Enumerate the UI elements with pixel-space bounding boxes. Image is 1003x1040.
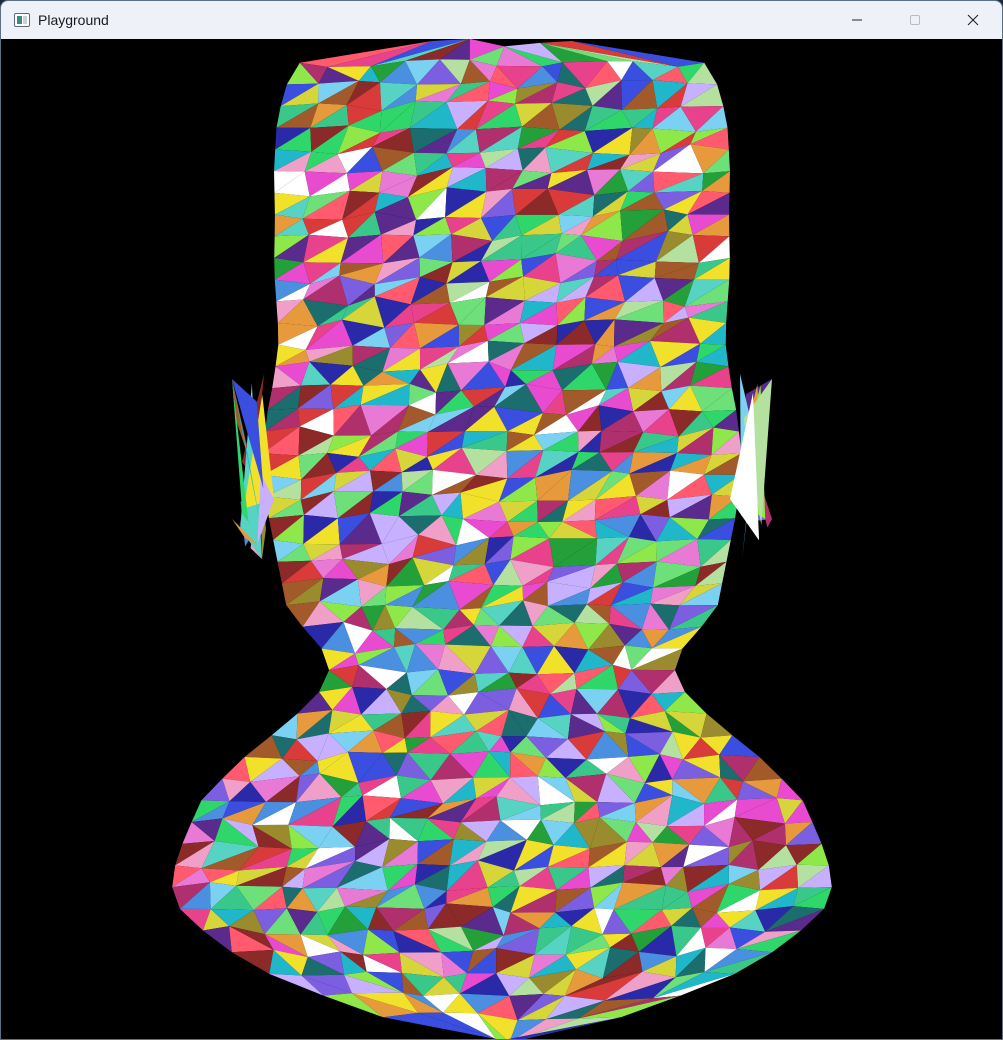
close-icon xyxy=(967,14,979,26)
app-window: Playground xyxy=(0,0,1003,1040)
maximize-icon xyxy=(910,15,920,25)
head-mesh xyxy=(172,39,832,1039)
maximize-button[interactable] xyxy=(886,1,944,39)
title-bar[interactable]: Playground xyxy=(1,1,1002,39)
close-button[interactable] xyxy=(944,1,1002,39)
app-window-icon xyxy=(14,13,30,27)
window-title: Playground xyxy=(38,12,109,28)
mesh-triangle xyxy=(202,926,232,953)
render-viewport[interactable] xyxy=(1,39,1002,1039)
mesh-triangle xyxy=(231,949,274,974)
mesh-triangle xyxy=(271,713,298,740)
minimize-icon xyxy=(852,19,862,21)
minimize-button[interactable] xyxy=(828,1,886,39)
caption-buttons xyxy=(828,1,1002,39)
